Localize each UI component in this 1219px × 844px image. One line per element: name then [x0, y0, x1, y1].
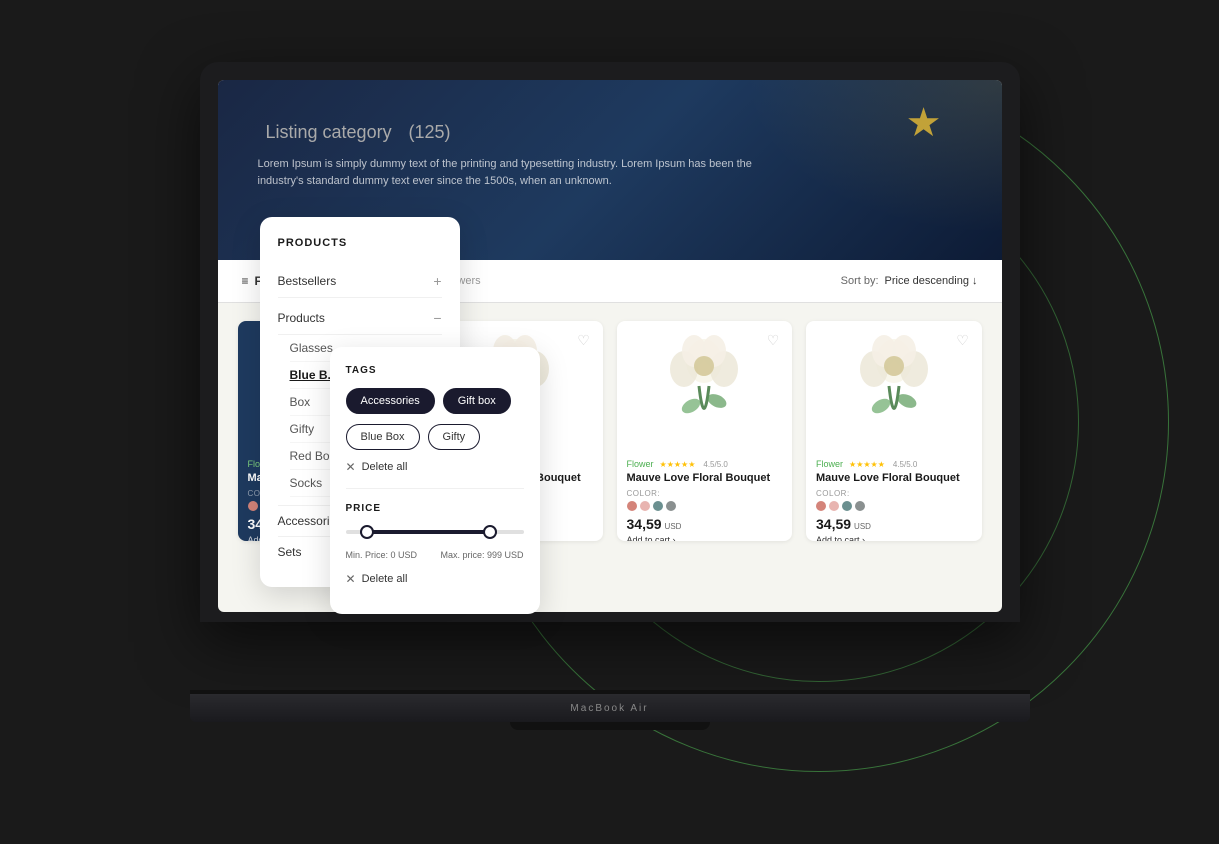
wishlist-button-4[interactable]: ♡ [952, 329, 974, 351]
tag-accessories[interactable]: Accessories [346, 388, 435, 414]
swatch[interactable] [653, 501, 663, 511]
hero-description: Lorem Ipsum is simply dummy text of the … [258, 156, 778, 189]
product-stars-3: ★★★★★ [660, 460, 696, 469]
swatch[interactable] [829, 501, 839, 511]
price-max-label: Max. price: 999 USD [440, 550, 523, 560]
product-category-3: Flower ★★★★★ 4.5/5.0 [627, 459, 783, 469]
wishlist-button-2[interactable]: ♡ [573, 329, 595, 351]
product-info-3: Flower ★★★★★ 4.5/5.0 Mauve Love Floral B… [617, 451, 793, 541]
star-decoration: ★ [906, 100, 942, 146]
add-to-cart-button-3[interactable]: Add to cart › [627, 535, 783, 541]
hero-count: (125) [408, 122, 450, 142]
price-min-label: Min. Price: 0 USD [346, 550, 418, 560]
sort-area: Sort by: Price descending ↓ [841, 275, 978, 287]
product-price-row-4: 34,59 USD [816, 516, 972, 532]
sidebar-item-products[interactable]: Products − [278, 302, 442, 335]
product-name-3: Mauve Love Floral Bouquet [627, 471, 783, 485]
swatch[interactable] [816, 501, 826, 511]
product-category-4: Flower ★★★★★ 4.5/5.0 [816, 459, 972, 469]
price-filter-section: PRICE Min. Price: 0 USD Max. price: 999 … [346, 488, 524, 586]
swatch[interactable] [627, 501, 637, 511]
sidebar-title: PRODUCTS [278, 237, 442, 249]
expand-icon: + [433, 273, 441, 289]
hero-decoration [702, 80, 1002, 260]
product-card-4[interactable]: ♡ [806, 321, 982, 541]
sidebar-bestsellers-row: Bestsellers + [278, 265, 442, 298]
tags-panel-title: TAGS [346, 365, 524, 376]
product-name-4: Mauve Love Floral Bouquet [816, 471, 972, 485]
tag-blue-box[interactable]: Blue Box [346, 424, 420, 450]
product-price-row-3: 34,59 USD [627, 516, 783, 532]
tags-outline-row: Blue Box Gifty [346, 424, 524, 450]
swatch[interactable] [666, 501, 676, 511]
tags-filter-panel: TAGS Accessories Gift box Blue Box Gifty… [330, 347, 540, 614]
price-slider-min-thumb[interactable] [360, 525, 374, 539]
product-swatches-4 [816, 501, 972, 511]
product-image-4: ♡ [806, 321, 982, 451]
collapse-icon: − [433, 310, 441, 326]
product-swatches-3 [627, 501, 783, 511]
price-slider-fill [360, 530, 497, 534]
swatch[interactable] [855, 501, 865, 511]
tag-gifty[interactable]: Gifty [428, 424, 481, 450]
laptop-base: MacBook Air [190, 694, 1030, 722]
filter-icon: ≡ [242, 274, 249, 288]
delete-all-button-2[interactable]: ✕ Delete all [346, 572, 524, 586]
delete-all-button[interactable]: ✕ Delete all [346, 460, 524, 474]
product-stars-4: ★★★★★ [849, 460, 885, 469]
product-info-4: Flower ★★★★★ 4.5/5.0 Mauve Love Floral B… [806, 451, 982, 541]
wishlist-button-3[interactable]: ♡ [762, 329, 784, 351]
laptop-brand-label: MacBook Air [570, 703, 648, 714]
price-section-title: PRICE [346, 503, 524, 514]
sort-value[interactable]: Price descending ↓ [885, 275, 978, 287]
swatch[interactable] [248, 501, 258, 511]
scene: ★ Listing category (125) Lorem Ipsum is … [0, 0, 1219, 844]
product-card-3[interactable]: ♡ [617, 321, 793, 541]
swatch[interactable] [842, 501, 852, 511]
price-slider[interactable] [346, 530, 524, 534]
add-to-cart-button-4[interactable]: Add to cart › [816, 535, 972, 541]
delete-x-icon-2: ✕ [346, 572, 356, 586]
product-image-3: ♡ [617, 321, 793, 451]
tags-filled-row: Accessories Gift box [346, 388, 524, 414]
delete-x-icon: ✕ [346, 460, 356, 474]
price-range-labels: Min. Price: 0 USD Max. price: 999 USD [346, 550, 524, 560]
sidebar-item-bestsellers[interactable]: Bestsellers + [278, 265, 442, 298]
laptop-wrapper: ★ Listing category (125) Lorem Ipsum is … [160, 62, 1060, 782]
swatch[interactable] [640, 501, 650, 511]
price-slider-max-thumb[interactable] [483, 525, 497, 539]
tag-gift-box[interactable]: Gift box [443, 388, 511, 414]
